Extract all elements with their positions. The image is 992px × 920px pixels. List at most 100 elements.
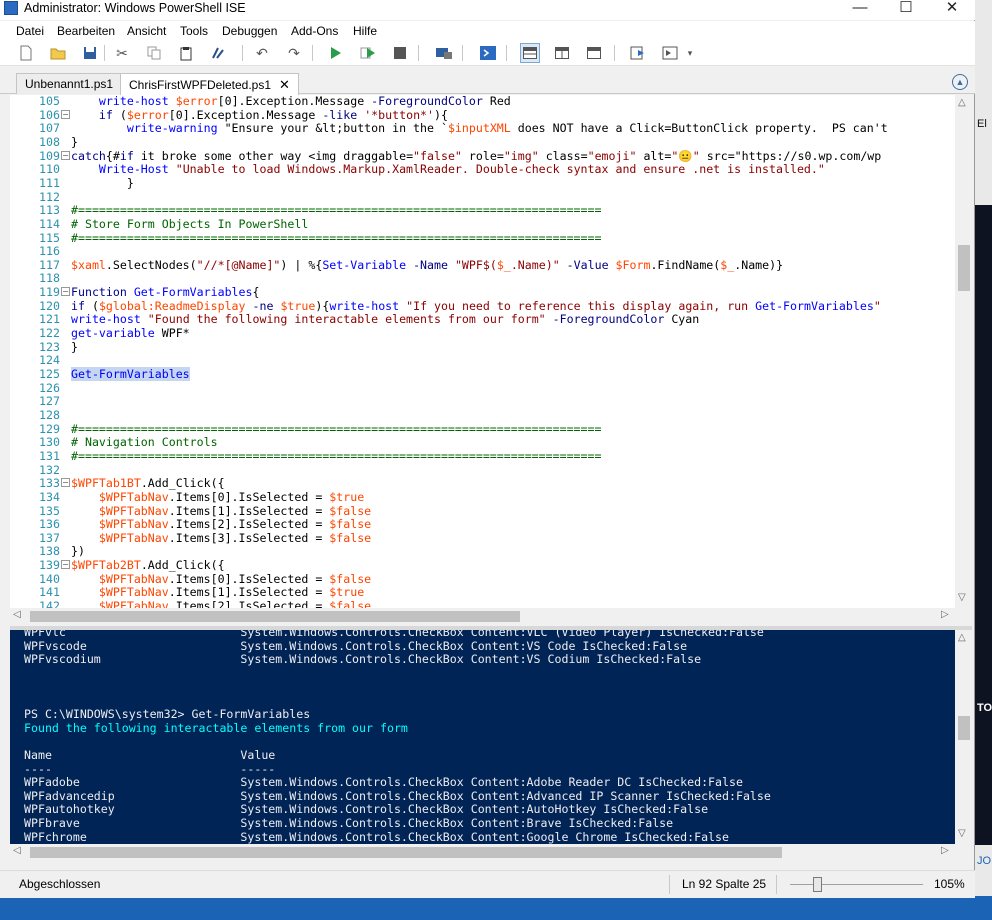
tab-unbenannt1[interactable]: Unbenannt1.ps1: [16, 73, 123, 94]
menu-hilfe[interactable]: Hilfe: [353, 24, 377, 38]
window-title: Administrator: Windows PowerShell ISE: [24, 1, 246, 15]
menu-tools[interactable]: Tools: [180, 24, 208, 38]
remote-powershell-icon[interactable]: [434, 43, 454, 63]
console-vertical-thumb[interactable]: [958, 716, 970, 740]
collapse-script-pane-icon[interactable]: ▲: [952, 74, 968, 90]
line-number: 119: [39, 285, 60, 300]
run-selection-icon[interactable]: [358, 43, 378, 63]
paste-icon[interactable]: [176, 43, 196, 63]
code-line: $WPFTab2BT.Add_Click({: [71, 558, 225, 573]
zoom-slider-thumb[interactable]: [812, 877, 822, 892]
code-line: $WPFTabNav.Items[3].IsSelected = $false: [98, 530, 372, 545]
code-line: $WPFTabNav.Items[1].IsSelected = $false: [98, 503, 372, 518]
menu-addons[interactable]: Add-Ons: [291, 24, 338, 38]
background-label: JOI: [977, 855, 992, 867]
maximize-button[interactable]: ☐: [883, 0, 929, 20]
line-number: 137: [39, 530, 60, 545]
tab-chrisfirstwpfdeleted[interactable]: ChrisFirstWPFDeleted.ps1 ✕: [120, 73, 299, 95]
line-number: 129: [39, 421, 60, 436]
fold-toggle-icon[interactable]: −: [61, 560, 70, 570]
cursor-position: Ln 92 Spalte 25: [682, 877, 767, 891]
save-icon[interactable]: [80, 43, 100, 63]
editor-horizontal-thumb[interactable]: [30, 611, 520, 622]
clear-console-icon[interactable]: [208, 43, 228, 63]
new-file-icon[interactable]: [16, 43, 36, 63]
console-vertical-scrollbar[interactable]: △ ▽: [955, 630, 972, 844]
stop-icon[interactable]: [390, 43, 410, 63]
line-number: 139: [39, 558, 60, 573]
code-line: }: [71, 339, 78, 354]
run-script-icon[interactable]: [326, 43, 346, 63]
menu-bearbeiten[interactable]: Bearbeiten: [57, 24, 115, 38]
code-line: #=======================================…: [71, 203, 602, 218]
layout-script-top-icon[interactable]: [520, 43, 540, 63]
line-number: 134: [39, 489, 60, 504]
code-line: if ($global:ReadmeDisplay -ne $true){wri…: [71, 298, 881, 313]
powershell-console-icon[interactable]: [478, 43, 498, 63]
script-tabs: Unbenannt1.ps1 ChrisFirstWPFDeleted.ps1 ✕: [0, 66, 975, 95]
copy-icon[interactable]: [144, 43, 164, 63]
layout-script-right-icon[interactable]: [552, 43, 572, 63]
line-number: 127: [39, 394, 60, 409]
line-number: 107: [39, 121, 60, 136]
taskbar: [0, 896, 992, 920]
console-line: PS C:\WINDOWS\system32> Get-FormVariable…: [24, 706, 311, 721]
layout-script-max-icon[interactable]: [584, 43, 604, 63]
code-line: }: [71, 134, 78, 149]
script-editor[interactable]: 105 write-host $error[0].Exception.Messa…: [10, 95, 972, 608]
zoom-slider-track[interactable]: [790, 884, 923, 885]
cut-icon[interactable]: ✂: [112, 43, 132, 63]
line-number: 133: [39, 476, 60, 491]
undo-icon[interactable]: ↶: [252, 43, 272, 63]
line-number: 110: [39, 162, 60, 177]
menu-ansicht[interactable]: Ansicht: [127, 24, 166, 38]
code-line: # Store Form Objects In PowerShell: [71, 216, 309, 231]
editor-horizontal-scrollbar[interactable]: ◁ ▷: [10, 608, 972, 624]
console-line: Name Value: [24, 747, 276, 762]
menu-debuggen[interactable]: Debuggen: [222, 24, 277, 38]
console-line: WPFautohotkey System.Windows.Controls.Ch…: [24, 802, 709, 817]
console-horizontal-thumb[interactable]: [30, 847, 782, 858]
close-window-button[interactable]: ✕: [929, 0, 975, 20]
fold-toggle-icon[interactable]: −: [61, 150, 70, 160]
background-desktop-strip: El TO JOI: [975, 0, 992, 920]
code-line: #=======================================…: [71, 230, 602, 245]
background-video-thumbnail: [975, 205, 992, 845]
code-line: $WPFTab1BT.Add_Click({: [71, 476, 225, 491]
code-line: $WPFTabNav.Items[2].IsSelected = $false: [98, 517, 372, 532]
minimize-button[interactable]: —: [837, 0, 883, 20]
line-number: 135: [39, 503, 60, 518]
fold-toggle-icon[interactable]: −: [61, 109, 70, 119]
console-line: WPFadobe System.Windows.Controls.CheckBo…: [24, 775, 743, 790]
console-line: Found the following interactable element…: [24, 720, 408, 735]
code-line: get-variable WPF*: [71, 326, 190, 341]
code-line: write-host "Found the following interact…: [71, 312, 700, 327]
ise-window: Administrator: Windows PowerShell ISE — …: [0, 0, 975, 898]
open-folder-icon[interactable]: [48, 43, 68, 63]
show-command-addon-icon[interactable]: [660, 43, 680, 63]
fold-toggle-icon[interactable]: −: [61, 478, 70, 488]
console-line: WPFvlc System.Windows.Controls.CheckBox …: [24, 630, 764, 639]
close-tab-icon[interactable]: ✕: [279, 77, 290, 92]
toolbar: ✂ ↶ ↷ ▾: [0, 40, 975, 66]
line-number: 117: [39, 257, 60, 272]
line-number: 105: [39, 95, 60, 108]
line-number: 138: [39, 544, 60, 559]
code-line: Write-Host "Unable to load Windows.Marku…: [98, 162, 825, 177]
code-line: write-warning "Ensure your &lt;button in…: [126, 121, 888, 136]
editor-vertical-thumb[interactable]: [958, 245, 970, 291]
redo-icon[interactable]: ↷: [284, 43, 304, 63]
console-horizontal-scrollbar[interactable]: ◁ ▷: [10, 844, 972, 860]
console-pane[interactable]: WPFvlc System.Windows.Controls.CheckBox …: [10, 630, 972, 844]
fold-toggle-icon[interactable]: −: [61, 287, 70, 297]
console-line: WPFvscodium System.Windows.Controls.Chec…: [24, 652, 702, 667]
editor-vertical-scrollbar[interactable]: △ ▽: [955, 95, 972, 608]
line-number: 116: [39, 244, 60, 259]
toolbar-overflow-icon[interactable]: ▾: [684, 43, 696, 63]
menu-datei[interactable]: Datei: [16, 24, 44, 38]
zoom-level: 105%: [934, 877, 965, 891]
console-line: WPFbrave System.Windows.Controls.CheckBo…: [24, 816, 674, 831]
line-number: 122: [39, 326, 60, 341]
line-number: 141: [39, 585, 60, 600]
show-command-window-icon[interactable]: [628, 43, 648, 63]
